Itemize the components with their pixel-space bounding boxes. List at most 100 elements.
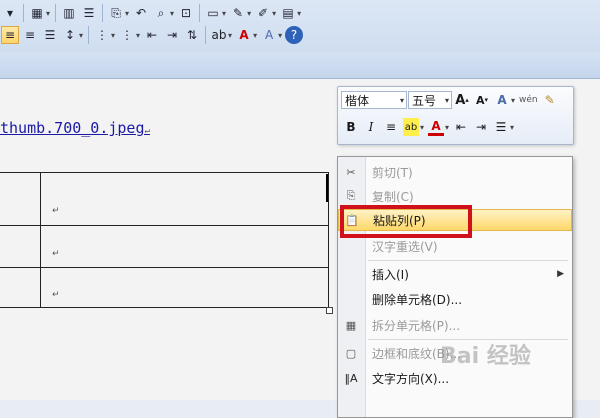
chevron-down-icon[interactable]: ▾ — [247, 9, 251, 18]
increase-indent-icon[interactable]: ⇥ — [163, 26, 181, 44]
numbering-icon[interactable]: ⋮ — [93, 26, 111, 44]
chevron-down-icon[interactable]: ▾ — [420, 123, 424, 132]
highlight-icon[interactable]: ab — [403, 118, 419, 136]
table-border-right — [328, 172, 329, 308]
mini-toolbar-row-2: B I ≡ ab ▾ A ▾ ⇤ ⇥ ☰ ▾ — [341, 116, 516, 138]
align-center-icon[interactable]: ≡ — [21, 26, 39, 44]
menu-item-label: 复制(C) — [372, 189, 414, 204]
format-painter-icon[interactable]: ✎ — [542, 91, 558, 109]
decrease-indent-icon[interactable]: ⇤ — [143, 26, 161, 44]
bullets-icon[interactable]: ⋮ — [118, 26, 136, 44]
menu-separator — [368, 260, 568, 261]
table-icon[interactable]: ▦ — [28, 4, 46, 22]
mini-toolbar-row-1: 楷体 ▾ 五号 ▾ A ▴ A ▾ A ▾ wén ✎ — [341, 89, 560, 111]
ribbon-separator — [199, 4, 201, 22]
clipart-icon[interactable]: ✎ — [229, 4, 247, 22]
zoom-icon[interactable]: ⌕ — [152, 4, 170, 22]
line-spacing-icon[interactable]: ↕ — [61, 26, 79, 44]
chevron-down-icon[interactable]: ▾ — [297, 9, 301, 18]
menu-item-label: 拆分单元格(P)... — [372, 318, 461, 333]
font-color-icon[interactable]: A — [235, 26, 253, 44]
table-border-row — [0, 225, 328, 226]
reading-icon[interactable]: ☰ — [80, 4, 98, 22]
chevron-down-icon[interactable]: ▾ — [136, 31, 140, 40]
ribbon-separator — [55, 4, 57, 22]
justify-icon[interactable]: ☰ — [41, 26, 59, 44]
copy-icon: ⎘ — [346, 189, 356, 202]
align-left-icon[interactable]: ≡ — [1, 26, 19, 44]
annotation-highlight-box — [340, 205, 472, 238]
ribbon-separator — [88, 26, 90, 44]
hyperlink[interactable]: thumb.700_0.jpeg↵ — [0, 119, 150, 137]
text-effects-icon[interactable]: A — [260, 26, 278, 44]
align-center-icon[interactable]: ≡ — [383, 118, 399, 136]
paste-format-icon[interactable]: ⎘ — [107, 4, 125, 22]
highlight-icon[interactable]: ab — [210, 26, 228, 44]
shapes-icon[interactable]: ▭ — [204, 4, 222, 22]
menu-item-label: 汉字重选(V) — [372, 239, 438, 254]
word-table[interactable]: ↵ ↵ ↵ — [0, 172, 333, 314]
italic-button[interactable]: I — [363, 118, 379, 136]
highlight-pen-icon[interactable]: ✐ — [254, 4, 272, 22]
chevron-down-icon[interactable]: ▾ — [125, 9, 129, 18]
chevron-down-icon[interactable]: ▾ — [111, 31, 115, 40]
columns-icon[interactable]: ▥ — [60, 4, 78, 22]
font-name-value: 楷体 — [345, 93, 370, 108]
chevron-down-icon[interactable]: ▾ — [445, 96, 449, 105]
table-border-bottom — [0, 307, 328, 308]
ribbon-dropdown-arrow[interactable]: ▾ — [1, 4, 19, 22]
phonetic-guide-icon[interactable]: wén — [519, 91, 538, 109]
ribbon-row-bottom: ≡ ≡ ☰ ↕ ▾ ⋮ ▾ ⋮ ▾ ⇤ ⇥ ⇅ ab ▾ A ▾ A ▾ ? — [0, 24, 304, 46]
font-name-select[interactable]: 楷体 ▾ — [341, 91, 407, 109]
menu-item-insert[interactable]: 插入(I) ▶ — [338, 263, 572, 285]
grow-font-icon: A — [455, 92, 466, 108]
menu-item-label: 剪切(T) — [372, 165, 413, 180]
ribbon-row-top: ▾ ▦ ▾ ▥ ☰ ⎘ ▾ ↶ ⌕ ▾ ⊡ ▭ ▾ ✎ ▾ ✐ ▾ ▤ ▾ — [0, 2, 303, 24]
field-icon[interactable]: ▤ — [279, 4, 297, 22]
menu-item-label: 文字方向(X)... — [372, 371, 450, 386]
menu-item-cut[interactable]: ✂ 剪切(T) — [338, 161, 572, 183]
menu-item-delete-cells[interactable]: 删除单元格(D)... — [338, 288, 572, 310]
ribbon-separator — [23, 4, 24, 22]
ribbon-separator — [205, 26, 207, 44]
chevron-down-icon[interactable]: ▾ — [445, 123, 449, 132]
chevron-down-icon[interactable]: ▾ — [510, 123, 514, 132]
chevron-down-icon[interactable]: ▾ — [278, 31, 282, 40]
shrink-font-button[interactable]: A ▾ — [474, 91, 490, 109]
chevron-down-icon[interactable]: ▾ — [79, 31, 83, 40]
table-border-row — [0, 267, 328, 268]
bullets-icon[interactable]: ☰ — [493, 118, 509, 136]
chevron-down-icon[interactable]: ▾ — [222, 9, 226, 18]
help-icon[interactable]: ? — [285, 26, 304, 44]
table-resize-handle[interactable] — [326, 307, 333, 314]
chevron-down-icon[interactable]: ▾ — [46, 9, 50, 18]
text-cursor — [326, 174, 328, 202]
chevron-down-icon[interactable]: ▾ — [511, 96, 515, 105]
submenu-arrow-icon: ▶ — [557, 269, 564, 279]
sort-icon[interactable]: ⇅ — [183, 26, 201, 44]
grow-font-button[interactable]: A ▴ — [454, 91, 470, 109]
font-color-icon[interactable]: A — [428, 119, 445, 136]
menu-item-text-direction[interactable]: ‖A 文字方向(X)... — [338, 367, 572, 389]
context-menu: ✂ 剪切(T) ⎘ 复制(C) 📋 粘贴列(P) 汉字重选(V) 插入(I) ▶… — [337, 156, 573, 418]
text-style-icon[interactable]: A — [494, 91, 510, 109]
font-size-select[interactable]: 五号 ▾ — [408, 91, 452, 109]
scissors-icon: ✂ — [346, 165, 356, 179]
increase-indent-icon[interactable]: ⇥ — [473, 118, 489, 136]
hyperlink-text[interactable]: thumb.700_0.jpeg — [0, 119, 145, 137]
menu-item-reselect-hanzi[interactable]: 汉字重选(V) — [338, 235, 572, 257]
chevron-down-icon[interactable]: ▾ — [170, 9, 174, 18]
chevron-down-icon[interactable]: ▾ — [228, 31, 232, 40]
menu-item-copy[interactable]: ⎘ 复制(C) — [338, 185, 572, 207]
chevron-down-icon[interactable]: ▾ — [272, 9, 276, 18]
undo-icon[interactable]: ↶ — [132, 4, 150, 22]
chevron-down-icon[interactable]: ▾ — [400, 96, 404, 105]
font-size-value: 五号 — [412, 93, 437, 108]
ribbon-separator — [102, 4, 104, 22]
chevron-down-icon[interactable]: ▾ — [253, 31, 257, 40]
bold-button[interactable]: B — [343, 118, 359, 136]
watermark: Bai 经验 — [440, 344, 531, 369]
fit-page-icon[interactable]: ⊡ — [177, 4, 195, 22]
menu-item-split-cells[interactable]: ▦ 拆分单元格(P)... — [338, 314, 572, 336]
decrease-indent-icon[interactable]: ⇤ — [453, 118, 469, 136]
